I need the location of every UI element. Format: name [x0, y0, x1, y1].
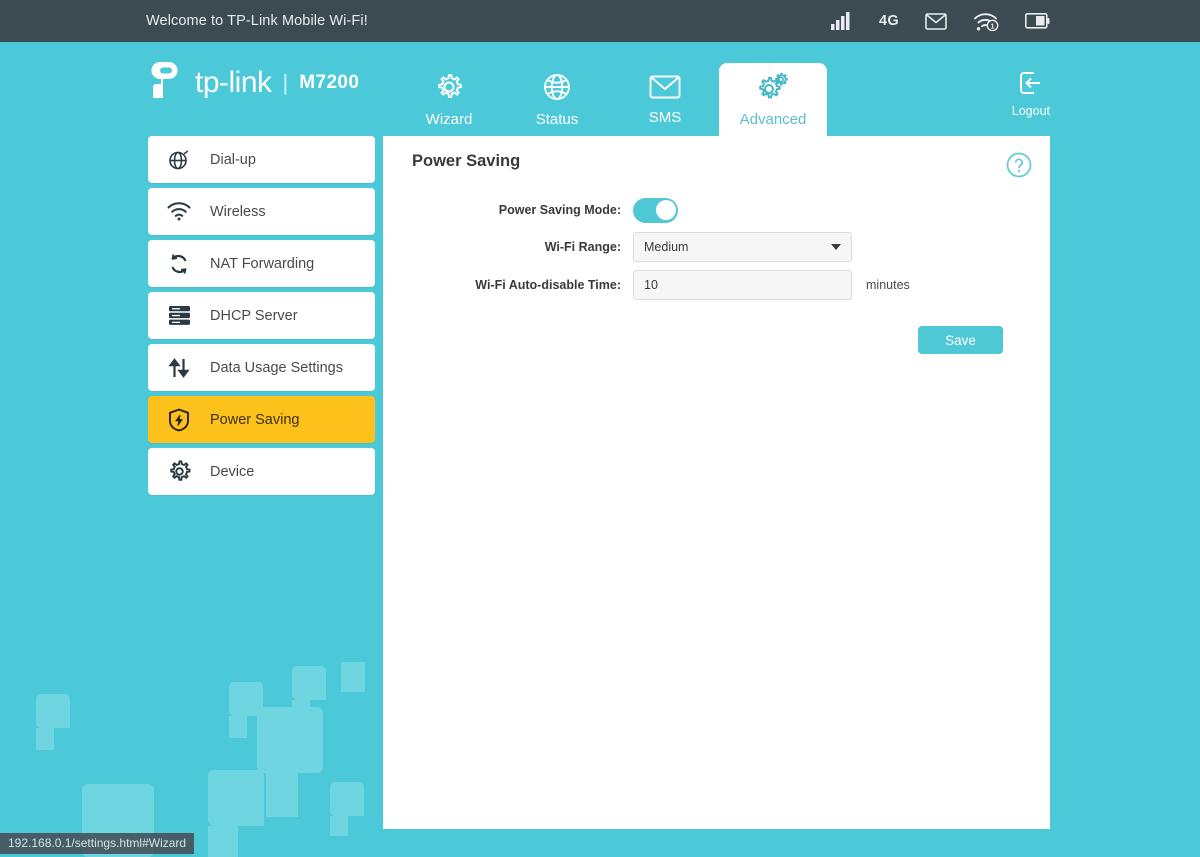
sidebar-item-power-saving[interactable]: Power Saving [148, 396, 375, 443]
deco-block [330, 816, 348, 836]
brand-model: M7200 [299, 71, 360, 93]
network-type-label: 4G [879, 13, 899, 29]
deco-block [229, 716, 247, 738]
welcome-bar: Welcome to TP-Link Mobile Wi-Fi! 4G 1 [0, 0, 1200, 42]
sidebar-item-dial-up[interactable]: Dial-up [148, 136, 375, 183]
main-content-panel: Power Saving Power Saving Mode: Wi-Fi Ra… [383, 136, 1050, 829]
signal-bars-icon [831, 12, 853, 30]
logout-icon [1017, 70, 1045, 101]
chevron-down-icon [831, 244, 841, 250]
welcome-text: Welcome to TP-Link Mobile Wi-Fi! [146, 13, 368, 29]
power-saving-mode-row: Power Saving Mode: [383, 193, 1050, 227]
gear-icon [148, 460, 210, 483]
deco-block [208, 826, 238, 857]
logout-label: Logout [1011, 104, 1050, 118]
tab-label: Status [535, 111, 579, 128]
wifi-auto-disable-time-row: Wi-Fi Auto-disable Time: 10 minutes [383, 268, 1050, 302]
tab-status[interactable]: Status [503, 63, 611, 137]
save-button[interactable]: Save [918, 326, 1003, 354]
tab-advanced[interactable]: Advanced [719, 63, 827, 137]
sidebar-item-nat-forwarding[interactable]: NAT Forwarding [148, 240, 375, 287]
deco-block [292, 700, 310, 720]
shield-bolt-icon [148, 407, 210, 432]
logout-button[interactable]: Logout [1012, 70, 1050, 118]
wifi-icon: 1 1 [973, 12, 999, 31]
sidebar-item-label: Power Saving [210, 411, 300, 428]
sidebar-item-dhcp-server[interactable]: DHCP Server [148, 292, 375, 339]
time-unit-label: minutes [866, 278, 910, 292]
tp-link-logo-icon [148, 60, 186, 105]
deco-block [36, 694, 70, 728]
wifi-auto-disable-time-label: Wi-Fi Auto-disable Time: [475, 278, 621, 292]
deco-block [330, 782, 364, 816]
sidebar-item-device[interactable]: Device [148, 448, 375, 495]
tab-label: Wizard [425, 111, 473, 128]
battery-icon [1025, 13, 1050, 29]
wifi-icon [148, 202, 210, 221]
deco-block [257, 707, 323, 773]
app-header: tp-link | M7200 Wizard Status SMS Advanc… [0, 42, 1200, 137]
up-down-arrows-icon [148, 357, 210, 379]
deco-block [266, 773, 298, 817]
globe-dialup-icon [148, 149, 210, 171]
question-circle-icon[interactable] [1006, 152, 1032, 183]
deco-block [36, 728, 54, 750]
sidebar-item-label: Wireless [210, 203, 266, 220]
double-gear-icon [756, 72, 790, 107]
page-title: Power Saving [412, 152, 521, 170]
browser-status-url: 192.168.0.1/settings.html#Wizard [0, 833, 195, 854]
wifi-range-value: Medium [644, 240, 689, 254]
power-saving-mode-toggle[interactable] [633, 197, 678, 223]
tab-label: Advanced [739, 111, 807, 128]
status-icon-tray: 4G 1 1 [831, 0, 1050, 42]
sidebar-item-label: Data Usage Settings [210, 359, 343, 376]
deco-block [208, 770, 264, 826]
tab-sms[interactable]: SMS [611, 63, 719, 137]
refresh-arrows-icon [148, 253, 210, 275]
sidebar-item-label: Device [210, 463, 255, 480]
svg-text:1: 1 [990, 21, 994, 30]
tab-label: SMS [648, 109, 682, 126]
envelope-icon [649, 74, 681, 105]
wifi-auto-disable-time-value: 10 [644, 278, 658, 292]
brand-separator: | [282, 69, 289, 95]
deco-block [341, 662, 365, 692]
brand-logo: tp-link | M7200 [148, 60, 359, 105]
wifi-auto-disable-time-input[interactable]: 10 [633, 270, 852, 300]
tab-wizard[interactable]: Wizard [395, 63, 503, 137]
wifi-range-row: Wi-Fi Range: Medium [383, 230, 1050, 264]
sidebar-menu: Dial-up Wireless NAT Forwarding DHCP Ser… [148, 136, 375, 500]
server-stack-icon [148, 305, 210, 326]
power-saving-mode-label: Power Saving Mode: [498, 203, 621, 217]
sidebar-item-label: DHCP Server [210, 307, 298, 324]
envelope-icon [925, 12, 947, 30]
toggle-knob [655, 200, 676, 220]
gear-icon [434, 72, 464, 107]
wifi-range-select[interactable]: Medium [633, 232, 852, 262]
globe-icon [542, 72, 572, 107]
deco-block [292, 666, 326, 700]
brand-name: tp-link [195, 65, 272, 99]
sidebar-item-wireless[interactable]: Wireless [148, 188, 375, 235]
sidebar-item-label: Dial-up [210, 151, 256, 168]
wifi-range-label: Wi-Fi Range: [544, 240, 621, 254]
sidebar-item-label: NAT Forwarding [210, 255, 315, 272]
main-navigation: Wizard Status SMS Advanced [395, 42, 827, 137]
sidebar-item-data-usage-settings[interactable]: Data Usage Settings [148, 344, 375, 391]
